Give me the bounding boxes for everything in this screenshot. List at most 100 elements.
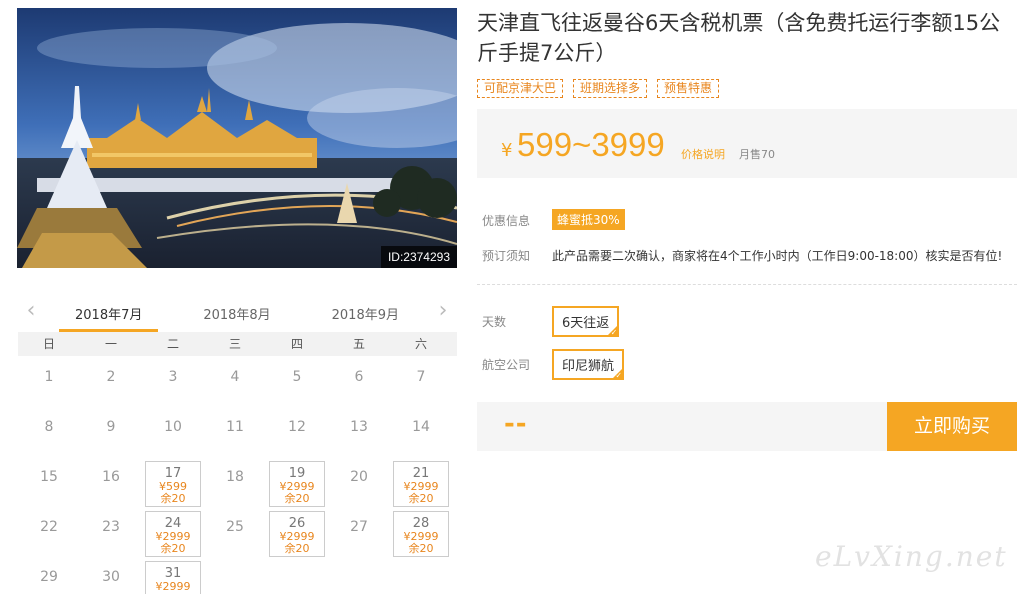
price-range: 599~3999 xyxy=(517,126,665,163)
total-price: -- xyxy=(504,409,528,439)
day-number: 16 xyxy=(102,469,120,485)
calendar-header: ‹ 2018年7月 2018年8月 2018年9月 › xyxy=(17,296,457,332)
promo-badge: 蜂蜜抵30% xyxy=(552,209,625,230)
calendar-day-available[interactable]: 21 ¥2999 余20 xyxy=(393,461,449,507)
calendar-day: 16 xyxy=(80,459,142,509)
weekday-label: 四 xyxy=(290,337,303,351)
calendar-day: 14 xyxy=(390,409,452,459)
day-number: 6 xyxy=(354,369,364,385)
calendar-day-available[interactable]: 24 ¥2999 余20 xyxy=(145,511,201,557)
weekday-header: 日 一 二 三 四 五 六 xyxy=(18,332,457,356)
day-number: 27 xyxy=(350,519,368,535)
airline-label: 航空公司 xyxy=(482,358,531,372)
airline-option-lion-air[interactable]: 印尼狮航 ✓ xyxy=(552,349,625,380)
calendar-day: 23 xyxy=(80,509,142,559)
day-number: 4 xyxy=(230,369,240,385)
calendar-day: 10 xyxy=(142,409,204,459)
section-divider xyxy=(477,284,1017,285)
day-number: 20 xyxy=(350,469,368,485)
day-number: 29 xyxy=(40,569,58,585)
total-price-bar: -- xyxy=(477,402,887,451)
weekday-label: 五 xyxy=(352,337,365,351)
prev-month-chevron-icon[interactable]: ‹ xyxy=(21,300,41,324)
weekday-label: 日 xyxy=(42,337,55,351)
calendar-day-available[interactable]: 19 ¥2999 余20 xyxy=(269,461,325,507)
day-number: 3 xyxy=(168,369,178,385)
airline-option-label: 印尼狮航 xyxy=(562,359,615,374)
weekday-label: 六 xyxy=(414,337,427,351)
promo-label: 优惠信息 xyxy=(482,214,531,228)
currency-symbol: ¥ xyxy=(501,140,513,161)
calendar-day: 15 xyxy=(18,459,80,509)
tab-month-2018-07[interactable]: 2018年7月 xyxy=(59,296,159,332)
month-tabs: 2018年7月 2018年8月 2018年9月 xyxy=(59,296,415,332)
day-number: 1 xyxy=(44,369,54,385)
weekday-label: 二 xyxy=(166,337,179,351)
day-number: 25 xyxy=(226,519,244,535)
calendar-day: 4 xyxy=(204,359,266,409)
next-month-chevron-icon[interactable]: › xyxy=(433,300,453,324)
day-number: 10 xyxy=(164,419,182,435)
day-number: 22 xyxy=(40,519,58,535)
tab-month-2018-08[interactable]: 2018年8月 xyxy=(187,296,286,332)
calendar-day-grid: 1 2 3 4 5 6 7 8 9 10 11 12 13 14 15 16 17 ¥599 余20 18 19 ¥299… xyxy=(18,359,457,594)
day-number: 21 xyxy=(412,466,430,481)
calendar-day: 7 xyxy=(390,359,452,409)
days-option-6-day-roundtrip[interactable]: 6天往返 ✓ xyxy=(552,306,620,337)
day-number: 13 xyxy=(350,419,368,435)
feature-tag: 预售特惠 xyxy=(657,79,720,98)
calendar-day: 2 xyxy=(80,359,142,409)
buy-now-button[interactable]: 立即购买 xyxy=(887,402,1017,451)
day-seats-left: 余20 xyxy=(160,492,186,505)
calendar-day-available[interactable]: 31 ¥2999 xyxy=(145,561,201,594)
calendar-day: 18 xyxy=(204,459,266,509)
day-number: 2 xyxy=(106,369,116,385)
calendar-day: 29 xyxy=(18,559,80,594)
day-number: 12 xyxy=(288,419,306,435)
feature-tag: 班期选择多 xyxy=(573,79,648,98)
calendar-day: 20 xyxy=(328,459,390,509)
calendar-day-available[interactable]: 26 ¥2999 余20 xyxy=(269,511,325,557)
day-number: 5 xyxy=(292,369,302,385)
calendar-day: 6 xyxy=(328,359,390,409)
day-seats-left: 余20 xyxy=(160,542,186,555)
calendar-day: 11 xyxy=(204,409,266,459)
calendar-day: 25 xyxy=(204,509,266,559)
day-number: 30 xyxy=(102,569,120,585)
calendar-day: 30 xyxy=(80,559,142,594)
calendar-day: 3 xyxy=(142,359,204,409)
calendar-day: 9 xyxy=(80,409,142,459)
calendar-day: 22 xyxy=(18,509,80,559)
weekday-label: 三 xyxy=(228,337,241,351)
calendar-day-available[interactable]: 17 ¥599 余20 xyxy=(145,461,201,507)
feature-tag: 可配京津大巴 xyxy=(477,79,564,98)
days-label: 天数 xyxy=(482,315,507,329)
booking-notice-text: 此产品需要二次确认，商家将在4个工作小时内（工作日9:00-18:00）核实是否… xyxy=(552,249,1003,263)
day-number: 23 xyxy=(102,519,120,535)
selected-check-icon: ✓ xyxy=(610,328,618,337)
day-number: 24 xyxy=(164,516,182,531)
weekday-label: 一 xyxy=(104,337,117,351)
day-seats-left: 余20 xyxy=(284,492,310,505)
tab-month-2018-09[interactable]: 2018年9月 xyxy=(316,296,415,332)
day-seats-left: 余20 xyxy=(284,542,310,555)
day-number: 28 xyxy=(412,516,430,531)
calendar-day: 27 xyxy=(328,509,390,559)
day-number: 26 xyxy=(288,516,306,531)
days-option-label: 6天往返 xyxy=(562,316,610,331)
day-number: 11 xyxy=(226,419,244,435)
day-number: 15 xyxy=(40,469,58,485)
site-watermark: eLvXing.net xyxy=(815,540,1008,573)
temple-photo-illustration xyxy=(17,8,457,268)
calendar-day-available[interactable]: 28 ¥2999 余20 xyxy=(393,511,449,557)
price-explanation-link[interactable]: 价格说明 xyxy=(681,146,725,162)
day-number: 18 xyxy=(226,469,244,485)
day-price: ¥2999 xyxy=(155,580,191,593)
notice-label: 预订须知 xyxy=(482,249,531,263)
day-number: 8 xyxy=(44,419,54,435)
day-seats-left: 余20 xyxy=(408,542,434,555)
selected-check-icon: ✓ xyxy=(615,371,623,380)
calendar-day: 8 xyxy=(18,409,80,459)
calendar-day: 5 xyxy=(266,359,328,409)
day-seats-left: 余20 xyxy=(408,492,434,505)
